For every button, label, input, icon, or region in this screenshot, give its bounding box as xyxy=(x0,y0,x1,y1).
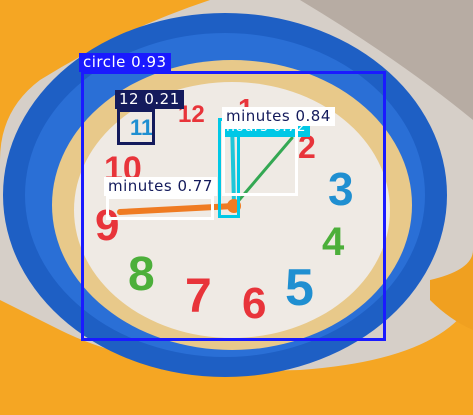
detection-label-circle: circle 0.93 xyxy=(79,53,171,72)
detection-box-minutes-b xyxy=(106,196,214,220)
detection-label-twelve: 12 0.21 xyxy=(115,90,184,109)
detection-box-twelve xyxy=(117,109,155,145)
detection-label-minutes-a: minutes 0.84 xyxy=(222,107,335,126)
detection-label-minutes-b: minutes 0.77 xyxy=(104,177,217,196)
detection-box-minutes-a xyxy=(222,126,298,196)
